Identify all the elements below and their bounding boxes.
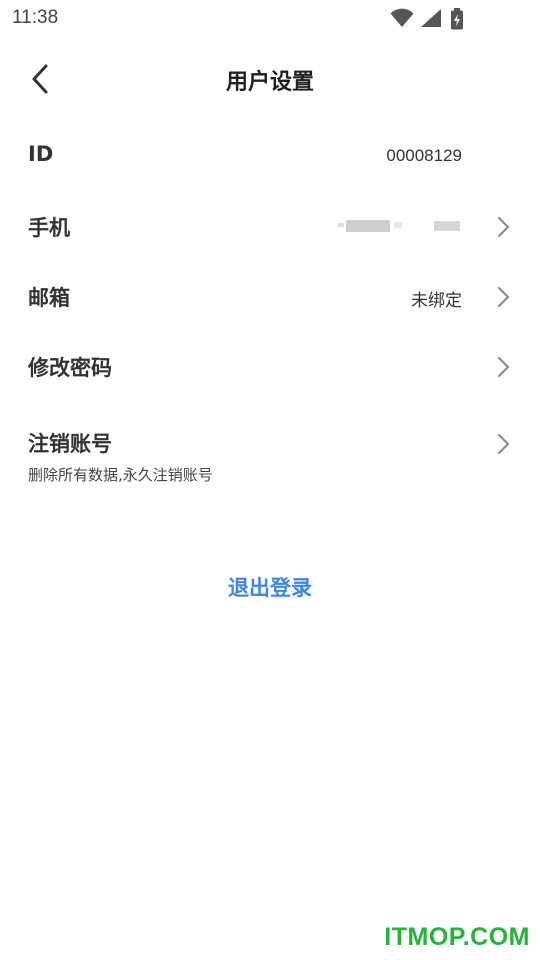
email-value: 未绑定: [411, 291, 462, 311]
delete-account-label: 注销账号: [28, 432, 112, 456]
chevron-right-icon: [498, 217, 509, 237]
logout-button[interactable]: 退出登录: [0, 572, 540, 602]
watermark: ITMOP.COM: [384, 923, 530, 951]
id-value: 00008129: [386, 146, 462, 165]
signal-icon: [421, 9, 441, 27]
status-bar: 11:38: [0, 0, 540, 36]
chevron-right-icon: [498, 434, 509, 454]
change-password-row[interactable]: 修改密码: [0, 346, 540, 386]
phone-row[interactable]: 手机: [0, 206, 540, 246]
masked-phone-number: [338, 220, 460, 232]
chevron-right-icon: [498, 357, 509, 377]
page-title: 用户设置: [225, 70, 314, 95]
status-time: 11:38: [12, 7, 59, 28]
delete-account-description: 删除所有数据,永久注销账号: [28, 466, 213, 484]
change-password-label: 修改密码: [28, 356, 112, 380]
delete-account-row[interactable]: 注销账号 删除所有数据,永久注销账号: [0, 424, 540, 490]
phone-label: 手机: [28, 216, 70, 240]
header: 用户设置: [0, 48, 540, 110]
battery-charging-icon: [451, 8, 463, 30]
id-row: ID 00008129: [0, 136, 540, 176]
id-label: ID: [28, 142, 54, 166]
email-row[interactable]: 邮箱 未绑定: [0, 276, 540, 316]
wifi-icon: [390, 8, 414, 27]
chevron-right-icon: [498, 287, 509, 307]
email-label: 邮箱: [28, 286, 70, 310]
